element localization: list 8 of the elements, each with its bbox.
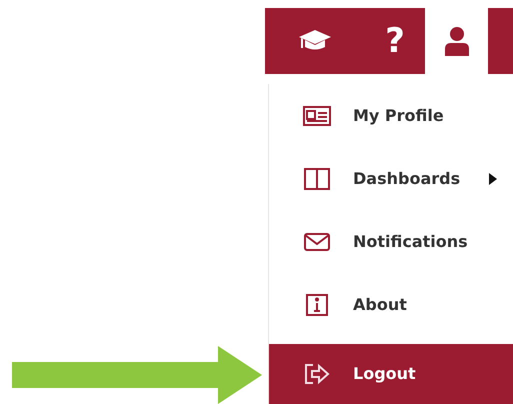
info-icon [303, 294, 331, 316]
id-card-icon [303, 104, 331, 126]
arrow-icon [12, 346, 262, 404]
envelope-icon [303, 230, 331, 252]
logout-icon [303, 363, 331, 385]
columns-icon [303, 168, 331, 190]
user-icon [444, 26, 470, 56]
menu-item[interactable]: Logout [269, 344, 513, 404]
